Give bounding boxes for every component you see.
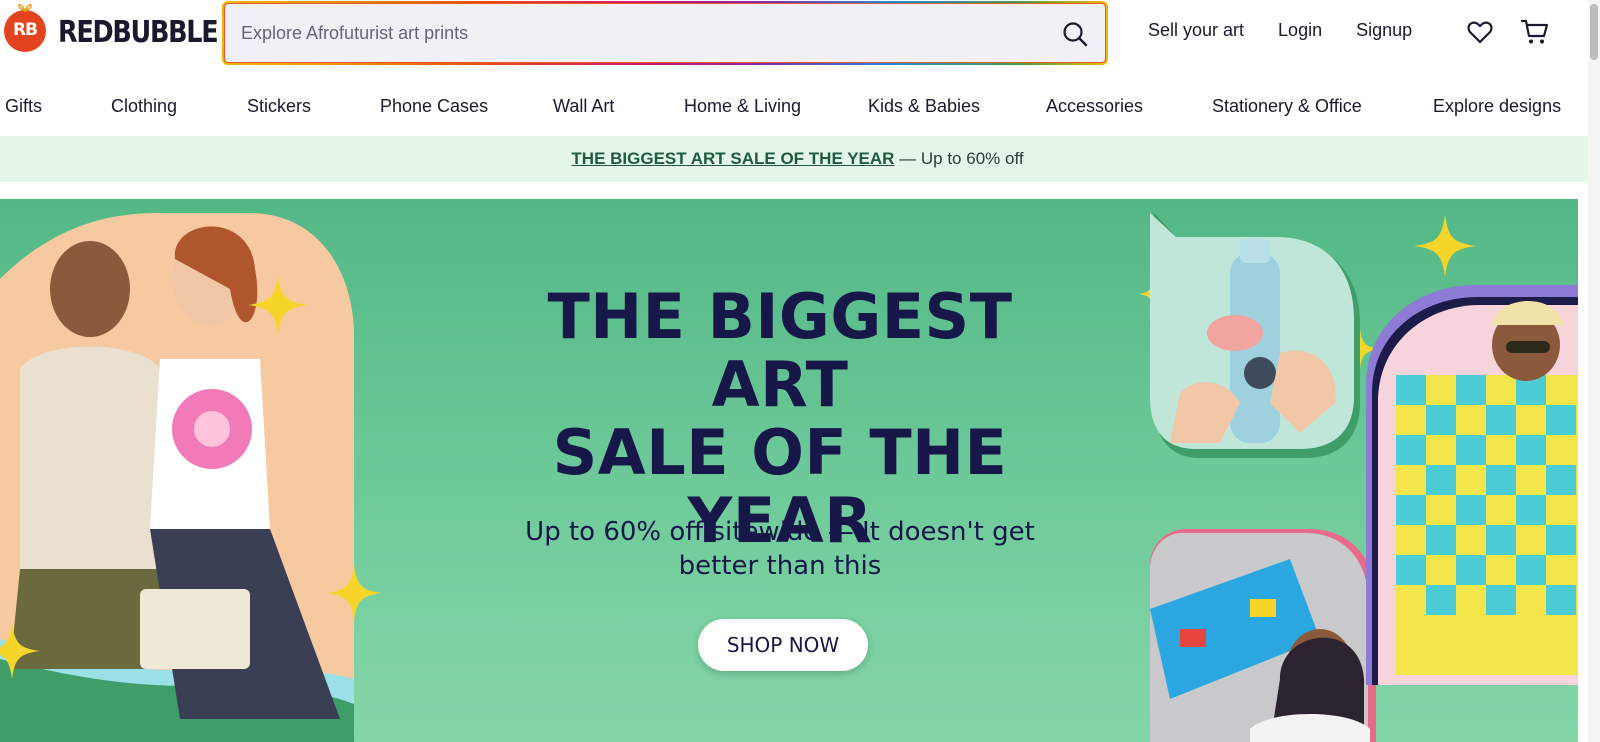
hero-blanket-image [1366, 285, 1578, 685]
hero-subtitle-line: Up to 60% off sitewide — It doesn't get [525, 517, 1035, 547]
promo-banner: THE BIGGEST ART SALE OF THE YEAR — Up to… [0, 136, 1595, 182]
hero-subtitle-line: better than this [678, 551, 882, 581]
search-icon[interactable] [1061, 20, 1089, 48]
hero-title-line: THE BIGGEST ART [547, 280, 1013, 421]
nav-item-stationery-office[interactable]: Stationery & Office [1212, 96, 1362, 117]
signup-link[interactable]: Signup [1356, 20, 1412, 41]
cart-icon[interactable] [1520, 18, 1550, 46]
nav-item-kids-babies[interactable]: Kids & Babies [868, 96, 980, 117]
nav-item-home-living[interactable]: Home & Living [684, 96, 801, 117]
logo-wordmark: REDBUBBLE [58, 14, 219, 50]
checker-blanket [1396, 375, 1578, 675]
sparkle-icon [0, 623, 40, 679]
hero-left-image [0, 213, 354, 742]
hero-bottle-image [1150, 213, 1360, 458]
nav-item-wall-art[interactable]: Wall Art [553, 96, 614, 117]
nav-item-explore-designs[interactable]: Explore designs [1433, 96, 1561, 117]
page-scrollbar[interactable] [1588, 0, 1600, 742]
redbubble-logo[interactable]: RB REDBUBBLE [4, 2, 246, 54]
hero-skateboard-image [1150, 529, 1376, 742]
nav-item-clothing[interactable]: Clothing [111, 96, 177, 117]
category-nav: Gifts Clothing Stickers Phone Cases Wall… [0, 84, 1600, 132]
site-header: RB REDBUBBLE Sell your art Login Signup [0, 0, 1600, 66]
scrollbar-thumb[interactable] [1590, 4, 1598, 60]
nav-item-phone-cases[interactable]: Phone Cases [380, 96, 488, 117]
search-input[interactable] [241, 4, 1021, 62]
heart-icon[interactable] [1466, 18, 1494, 46]
promo-link[interactable]: THE BIGGEST ART SALE OF THE YEAR [571, 149, 894, 168]
login-link[interactable]: Login [1278, 20, 1322, 41]
logo-badge-text: RB [12, 20, 38, 40]
gift-bow-icon [18, 3, 32, 12]
sparkle-icon [326, 565, 382, 621]
hero-title-line: SALE OF THE [552, 416, 1008, 489]
hero-subtitle: Up to 60% off sitewide — It doesn't get … [510, 515, 1050, 583]
sell-your-art-link[interactable]: Sell your art [1148, 20, 1244, 41]
sparkle-icon [1414, 215, 1476, 277]
logo-badge: RB [4, 3, 46, 52]
search-bar [222, 1, 1108, 65]
nav-item-stickers[interactable]: Stickers [247, 96, 311, 117]
hero-banner: THE BIGGEST ART SALE OF THE YEAR Up to 6… [0, 199, 1578, 742]
promo-text: — Up to 60% off [894, 149, 1024, 168]
model-head-left [50, 241, 130, 337]
nav-item-gifts[interactable]: Gifts [5, 96, 42, 117]
shop-now-button[interactable]: SHOP NOW [698, 619, 868, 671]
account-links: Sell your art Login Signup [1148, 20, 1412, 41]
search-box [224, 3, 1106, 63]
sparkle-icon [248, 275, 308, 335]
nav-item-accessories[interactable]: Accessories [1046, 96, 1143, 117]
